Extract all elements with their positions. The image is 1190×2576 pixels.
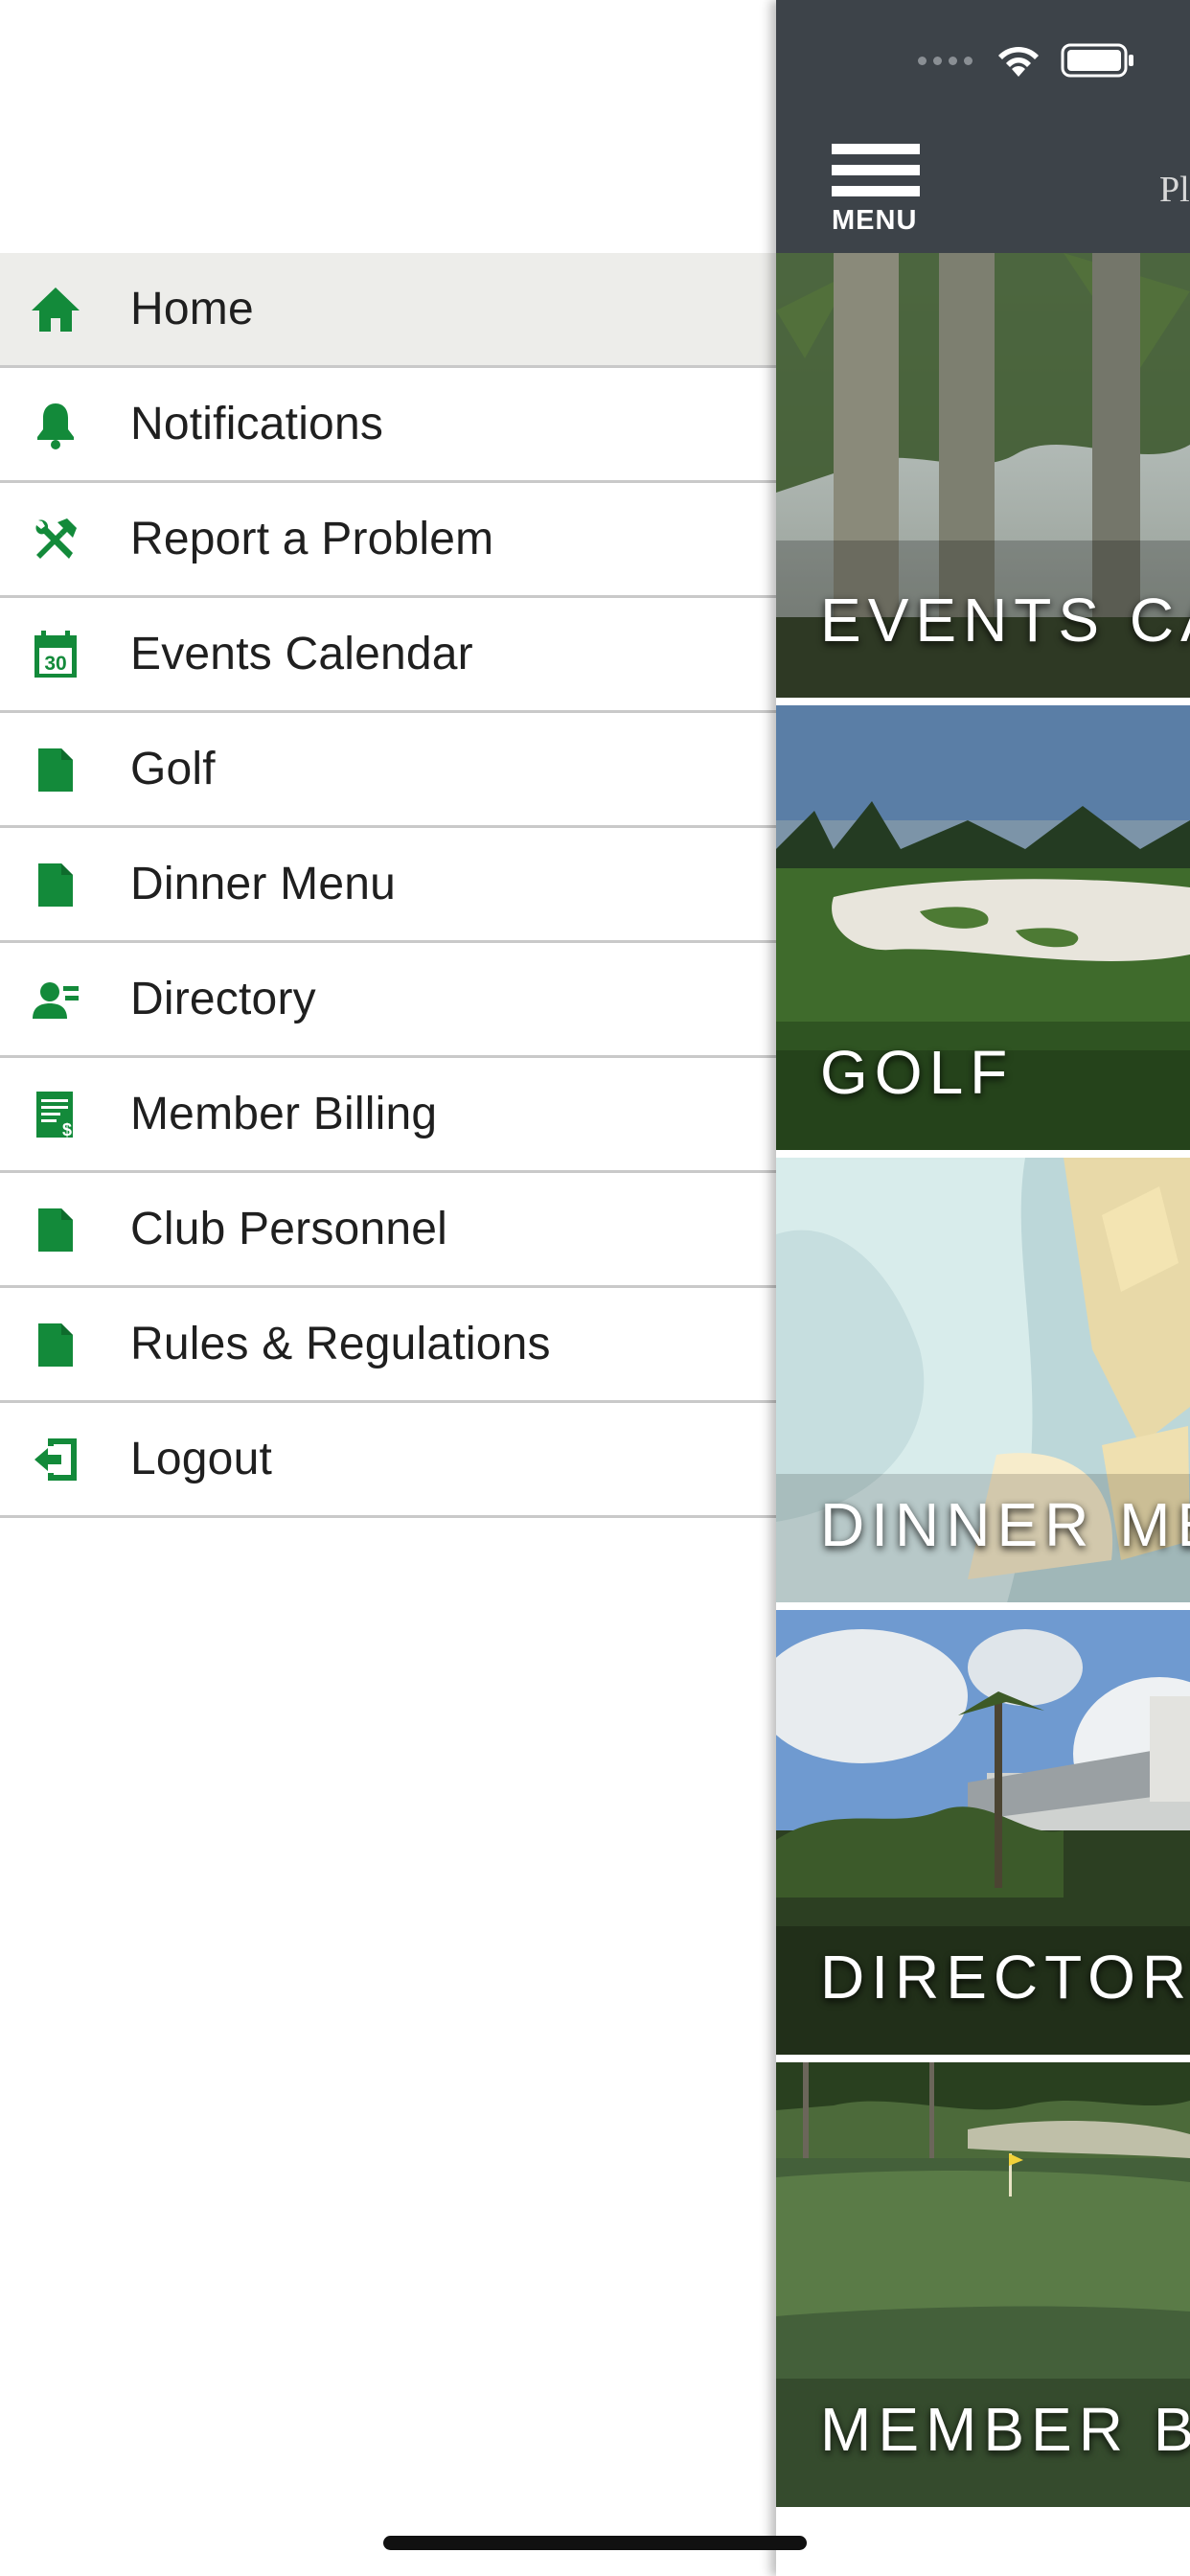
tile-dinner-menu[interactable]: DINNER ME	[776, 1158, 1190, 1606]
menu-item-dinner-menu[interactable]: Dinner Menu	[0, 828, 776, 943]
document-icon	[29, 743, 82, 796]
tile-label: EVENTS CA	[820, 586, 1190, 655]
tile-directory[interactable]: DIRECTORY	[776, 1610, 1190, 2058]
bell-icon	[29, 398, 82, 451]
menu-item-club-personnel[interactable]: Club Personnel	[0, 1173, 776, 1288]
menu-item-label: Events Calendar	[130, 629, 473, 679]
status-bar	[918, 42, 1135, 79]
calendar-icon: 30	[29, 628, 82, 681]
menu-item-label: Directory	[130, 974, 316, 1024]
menu-item-label: Rules & Regulations	[130, 1319, 551, 1369]
menu-item-label: Notifications	[130, 399, 384, 449]
tile-label: MEMBER B	[820, 2395, 1190, 2464]
menu-item-notifications[interactable]: Notifications	[0, 368, 776, 483]
tile-label: DINNER ME	[820, 1490, 1190, 1559]
billing-icon: $	[29, 1088, 82, 1141]
menu-item-rules-regulations[interactable]: Rules & Regulations	[0, 1288, 776, 1403]
svg-text:$: $	[62, 1120, 72, 1139]
tools-icon	[29, 513, 82, 566]
menu-item-label: Home	[130, 284, 254, 334]
tile-golf[interactable]: GOLF	[776, 705, 1190, 1154]
menu-item-golf[interactable]: Golf	[0, 713, 776, 828]
app-brand-title: Pl	[1159, 170, 1190, 210]
menu-item-label: Dinner Menu	[130, 859, 397, 909]
menu-item-label: Golf	[130, 744, 216, 794]
menu-item-label: Member Billing	[130, 1089, 438, 1139]
navigation-drawer: Home Notifications Report a Problem 30 E…	[0, 0, 776, 2576]
main-content-panel: MENU Pl EVENTS CA GOLF DINNER ME DIRECTO…	[776, 0, 1190, 2576]
calendar-day-number: 30	[44, 653, 66, 675]
menu-item-label: Club Personnel	[130, 1204, 447, 1254]
menu-item-label: Report a Problem	[130, 514, 494, 564]
menu-item-member-billing[interactable]: $ Member Billing	[0, 1058, 776, 1173]
document-icon	[29, 858, 82, 911]
menu-item-report-a-problem[interactable]: Report a Problem	[0, 483, 776, 598]
tile-label: GOLF	[820, 1038, 1015, 1107]
menu-item-label: Logout	[130, 1434, 273, 1484]
menu-item-home[interactable]: Home	[0, 253, 776, 368]
app-header: MENU Pl	[776, 0, 1190, 253]
tile-events-calendar[interactable]: EVENTS CA	[776, 253, 1190, 702]
menu-button-label: MENU	[832, 205, 918, 236]
document-icon	[29, 1203, 82, 1256]
cellular-signal-icon	[918, 56, 973, 65]
tile-label: DIRECTORY	[820, 1943, 1190, 2012]
wifi-icon	[998, 47, 1039, 77]
menu-item-events-calendar[interactable]: 30 Events Calendar	[0, 598, 776, 713]
home-icon	[29, 283, 82, 336]
menu-item-logout[interactable]: Logout	[0, 1403, 776, 1518]
drawer-menu-list: Home Notifications Report a Problem 30 E…	[0, 253, 776, 1518]
document-icon	[29, 1318, 82, 1371]
home-indicator[interactable]	[383, 2536, 807, 2550]
person-icon	[29, 973, 82, 1026]
tile-member-billing[interactable]: MEMBER B	[776, 2062, 1190, 2511]
menu-item-directory[interactable]: Directory	[0, 943, 776, 1058]
logout-icon	[29, 1433, 82, 1486]
menu-toggle-button[interactable]: MENU	[832, 144, 924, 236]
battery-icon	[1061, 43, 1133, 78]
